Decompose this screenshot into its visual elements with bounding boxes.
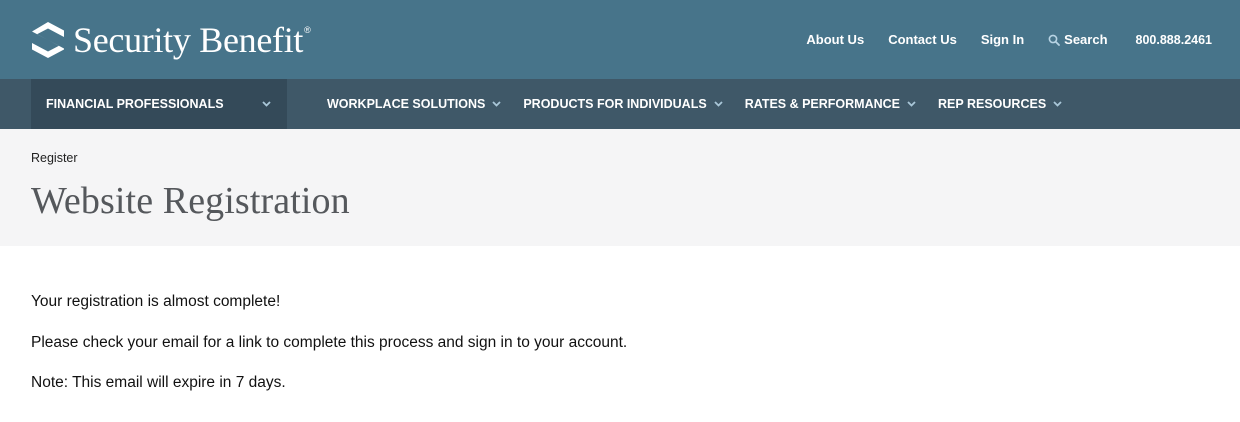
main-nav: FINANCIAL PROFESSIONALS WORKPLACE SOLUTI… <box>0 79 1240 129</box>
check-email-text: Please check your email for a link to co… <box>31 333 628 351</box>
nav-item-label: WORKPLACE SOLUTIONS <box>327 97 486 111</box>
nav-items: WORKPLACE SOLUTIONS PRODUCTS FOR INDIVID… <box>287 79 1084 129</box>
logo-text: Security Benefit® <box>73 19 311 60</box>
registration-status-text: Your registration is almost complete! <box>31 293 281 310</box>
main-content: Your registration is almost complete! Pl… <box>0 246 1240 391</box>
chevron-down-icon <box>714 101 723 107</box>
nav-item-workplace-solutions[interactable]: WORKPLACE SOLUTIONS <box>327 97 501 111</box>
sign-in-link[interactable]: Sign In <box>981 32 1024 47</box>
utility-nav: About Us Contact Us Sign In Search 800.8… <box>782 32 1212 47</box>
chevron-down-icon <box>1053 101 1062 107</box>
financial-professionals-label: FINANCIAL PROFESSIONALS <box>46 97 224 111</box>
chevron-down-icon <box>262 101 271 107</box>
logo[interactable]: Security Benefit® <box>31 19 311 60</box>
nav-item-products-for-individuals[interactable]: PRODUCTS FOR INDIVIDUALS <box>523 97 723 111</box>
top-header: Security Benefit® About Us Contact Us Si… <box>0 0 1240 79</box>
nav-item-rep-resources[interactable]: REP RESOURCES <box>938 97 1062 111</box>
financial-professionals-dropdown[interactable]: FINANCIAL PROFESSIONALS <box>31 79 287 129</box>
search-link[interactable]: Search <box>1048 32 1108 47</box>
chevron-down-icon <box>907 101 916 107</box>
page-hero: Register Website Registration <box>0 129 1240 246</box>
logo-icon <box>32 21 64 58</box>
search-icon <box>1048 34 1061 46</box>
expiry-note-text: Note: This email will expire in 7 days. <box>31 374 286 391</box>
nav-item-rates-performance[interactable]: RATES & PERFORMANCE <box>745 97 916 111</box>
nav-item-label: RATES & PERFORMANCE <box>744 97 901 111</box>
chevron-down-icon <box>492 101 501 107</box>
contact-us-link[interactable]: Contact Us <box>888 32 957 47</box>
nav-item-label: REP RESOURCES <box>938 97 1047 111</box>
phone-number-link[interactable]: 800.888.2461 <box>1136 33 1212 47</box>
nav-item-label: PRODUCTS FOR INDIVIDUALS <box>523 97 707 111</box>
about-us-link[interactable]: About Us <box>806 32 864 47</box>
page-title: Website Registration <box>31 180 350 222</box>
breadcrumb[interactable]: Register <box>31 151 1209 165</box>
search-label: Search <box>1064 32 1108 47</box>
